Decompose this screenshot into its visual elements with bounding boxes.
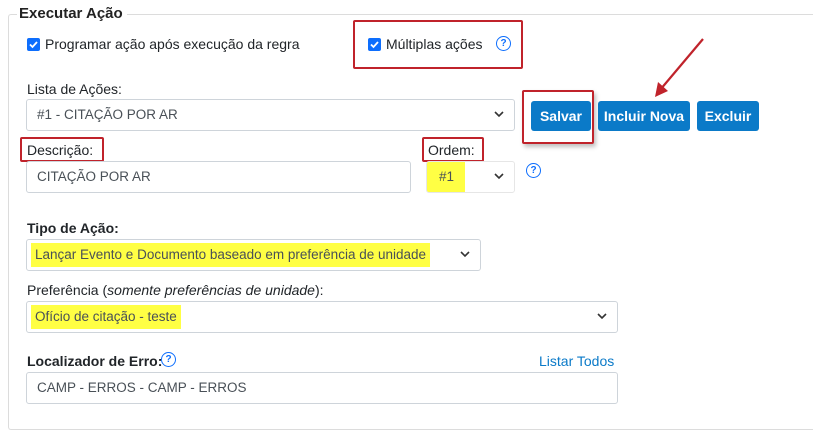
check-icon [29,41,38,49]
schedule-action-checkbox[interactable] [27,38,40,51]
error-locator-input[interactable]: CAMP - ERROS - CAMP - ERROS [26,372,618,404]
annotation-box-multiple-actions [353,20,523,69]
list-all-link[interactable]: Listar Todos [539,352,614,370]
add-new-button[interactable]: Incluir Nova [598,101,690,131]
preference-label: Preferência (somente preferências de uni… [27,282,324,298]
action-type-value: Lançar Evento e Documento baseado em pre… [31,243,431,268]
chevron-down-icon [494,173,504,180]
chevron-down-icon [494,111,504,118]
actions-list-select[interactable]: #1 - CITAÇÃO POR AR [26,99,515,131]
action-type-select[interactable]: Lançar Evento e Documento baseado em pre… [26,239,481,271]
section-title: Executar Ação [17,4,127,24]
order-value: #1 [427,162,466,192]
annotation-box-save [522,90,594,144]
preference-select[interactable]: Ofício de citação - teste [26,301,618,333]
preference-value: Ofício de citação - teste [31,305,181,330]
red-annotation-arrow [655,38,704,97]
actions-list-label: Lista de Ações: [27,81,122,97]
delete-button[interactable]: Excluir [697,101,759,131]
schedule-action-label: Programar ação após execução da regra [45,36,300,52]
chevron-down-icon [460,251,470,258]
error-locator-label: Localizador de Erro: [27,353,163,369]
help-circle-icon[interactable]: ? [161,352,176,367]
annotation-box-order [422,137,484,162]
action-type-label: Tipo de Ação: [27,220,119,236]
chevron-down-icon [597,313,607,320]
help-circle-icon[interactable]: ? [526,163,541,178]
annotation-box-description [20,137,104,162]
order-select[interactable]: #1 [426,161,515,193]
description-input[interactable]: CITAÇÃO POR AR [26,161,411,193]
actions-list-value: #1 - CITAÇÃO POR AR [37,107,178,122]
